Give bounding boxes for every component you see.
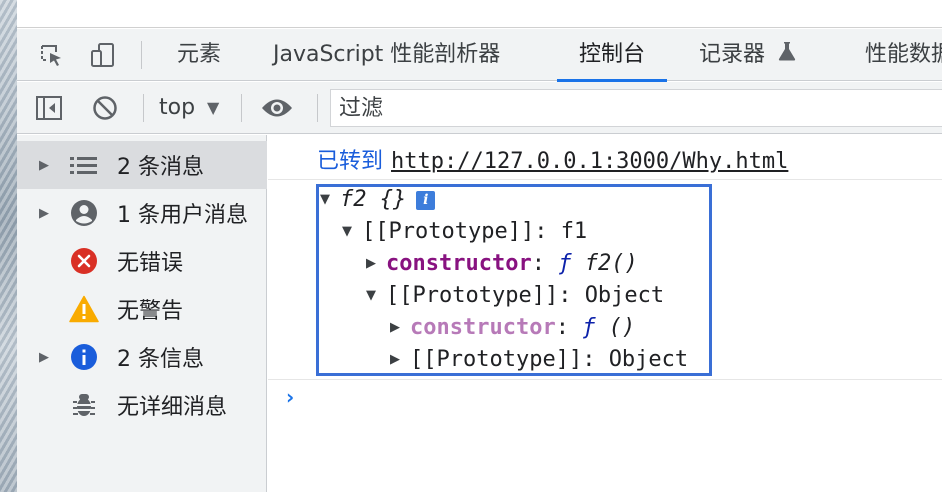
prototype-row-3[interactable]: ▶ [[Prototype]]: Object [390, 344, 688, 376]
sidebar-item-label: 2 条信息 [117, 347, 204, 372]
constructor-row-1[interactable]: ▶ constructor: ƒ f2() [366, 248, 638, 280]
sidebar-item-label: 无详细消息 [117, 395, 228, 420]
constructor-row-2[interactable]: ▶ constructor: ƒ () [390, 312, 635, 344]
function-symbol: ƒ [558, 251, 572, 276]
prototype-key: [[Prototype]] [410, 347, 583, 372]
sidebar-item-user-messages[interactable]: ▶ 1 条用户消息 [17, 189, 267, 237]
tab-performance-insights[interactable]: 性能数据 [865, 29, 942, 81]
chevron-down-icon[interactable]: ▼ [207, 82, 219, 134]
devtools-tab-bar: 元素 JavaScript 性能剖析器 控制台 记录器 性能数据 [17, 29, 942, 82]
function-symbol: ƒ [582, 315, 596, 340]
list-icon [69, 150, 99, 180]
console-prompt-chevron-icon[interactable]: › [286, 385, 294, 409]
collapsed-arrow-icon[interactable]: ▶ [390, 312, 410, 344]
sidebar-item-label: 1 条用户消息 [117, 203, 248, 228]
expanded-arrow-icon[interactable]: ▼ [342, 216, 362, 248]
sidebar-item-warnings[interactable]: 无警告 [17, 285, 267, 333]
constructor-value: () [608, 315, 636, 340]
console-message-object: ▼ f2 {} i ▼ [[Prototype]]: f1 ▶ constructor:… [268, 180, 942, 380]
collapsed-arrow-icon[interactable]: ▶ [366, 248, 386, 280]
collapsed-arrow-icon[interactable]: ▶ [390, 344, 410, 376]
devtools-window: 元素 JavaScript 性能剖析器 控制台 记录器 性能数据 top [17, 0, 942, 492]
error-icon [69, 246, 99, 276]
colon: : [582, 347, 596, 372]
warning-icon [69, 294, 99, 324]
tab-console[interactable]: 控制台 [556, 29, 668, 82]
sidebar-item-label: 无警告 [117, 299, 184, 324]
console-message-navigation: 已转到 http://127.0.0.1:3000/Why.html [268, 135, 942, 180]
expanded-arrow-icon[interactable]: ▼ [366, 280, 386, 312]
filter-box [330, 89, 942, 127]
live-expression-eye-icon[interactable] [261, 92, 293, 124]
prototype-value: f1 [560, 219, 588, 244]
toolbar-divider [241, 94, 242, 122]
inspect-element-icon[interactable] [35, 39, 67, 71]
expand-arrow-icon[interactable]: ▶ [39, 206, 51, 221]
console-sidebar: ▶ 2 条消息 ▶ 1 条用户消息 无错误 无警告 ▶ 2 条信息 无详细消息 [17, 135, 267, 492]
colon: : [534, 219, 548, 244]
prototype-key: [[Prototype]] [362, 219, 535, 244]
device-toolbar-icon[interactable] [87, 39, 119, 71]
toggle-sidebar-icon[interactable] [33, 92, 65, 124]
page-viewport-edge [17, 0, 942, 28]
clear-console-icon[interactable] [89, 92, 121, 124]
user-icon [69, 198, 99, 228]
tab-recorder-label: 记录器 [699, 42, 766, 67]
desktop-background-strip [0, 0, 17, 492]
prototype-row-1[interactable]: ▼ [[Prototype]]: f1 [342, 216, 587, 248]
console-toolbar: top ▼ [17, 82, 942, 134]
expand-arrow-icon[interactable]: ▶ [39, 350, 51, 365]
tab-elements[interactable]: 元素 [177, 29, 221, 81]
object-preview: f2 {} [340, 187, 407, 212]
filter-input[interactable] [339, 90, 929, 126]
tab-recorder[interactable]: 记录器 [699, 29, 796, 81]
bug-icon [69, 390, 99, 420]
info-icon [69, 342, 99, 372]
toolbar-divider [317, 94, 318, 122]
prototype-value: Object [608, 347, 689, 372]
expanded-arrow-icon[interactable]: ▼ [320, 184, 340, 216]
navigated-label: 已转到 [317, 149, 384, 174]
navigated-url-link[interactable]: http://127.0.0.1:3000/Why.html [391, 149, 788, 174]
console-output: 已转到 http://127.0.0.1:3000/Why.html ▼ f2 {}… [268, 135, 942, 492]
prototype-key: [[Prototype]] [386, 283, 559, 308]
tab-javascript-profiler[interactable]: JavaScript 性能剖析器 [273, 29, 500, 81]
constructor-key: constructor [410, 315, 556, 340]
object-root-row[interactable]: ▼ f2 {} i [320, 184, 436, 216]
info-badge-icon[interactable]: i [416, 190, 436, 210]
sidebar-item-label: 2 条消息 [117, 155, 204, 180]
toolbar-divider [141, 41, 142, 69]
expand-arrow-icon[interactable]: ▶ [39, 158, 51, 173]
colon: : [558, 283, 572, 308]
sidebar-item-label: 无错误 [117, 251, 184, 276]
prototype-row-2[interactable]: ▼ [[Prototype]]: Object [366, 280, 664, 312]
execution-context-select[interactable]: top [159, 82, 195, 134]
constructor-value: f2() [584, 251, 638, 276]
colon: : [555, 315, 569, 340]
flask-icon [778, 29, 796, 81]
toolbar-divider [143, 94, 144, 122]
sidebar-item-verbose[interactable]: 无详细消息 [17, 381, 267, 429]
sidebar-item-info[interactable]: ▶ 2 条信息 [17, 333, 267, 381]
sidebar-item-errors[interactable]: 无错误 [17, 237, 267, 285]
prototype-value: Object [584, 283, 665, 308]
sidebar-item-messages[interactable]: ▶ 2 条消息 [17, 141, 267, 189]
constructor-key: constructor [386, 251, 532, 276]
colon: : [531, 251, 545, 276]
